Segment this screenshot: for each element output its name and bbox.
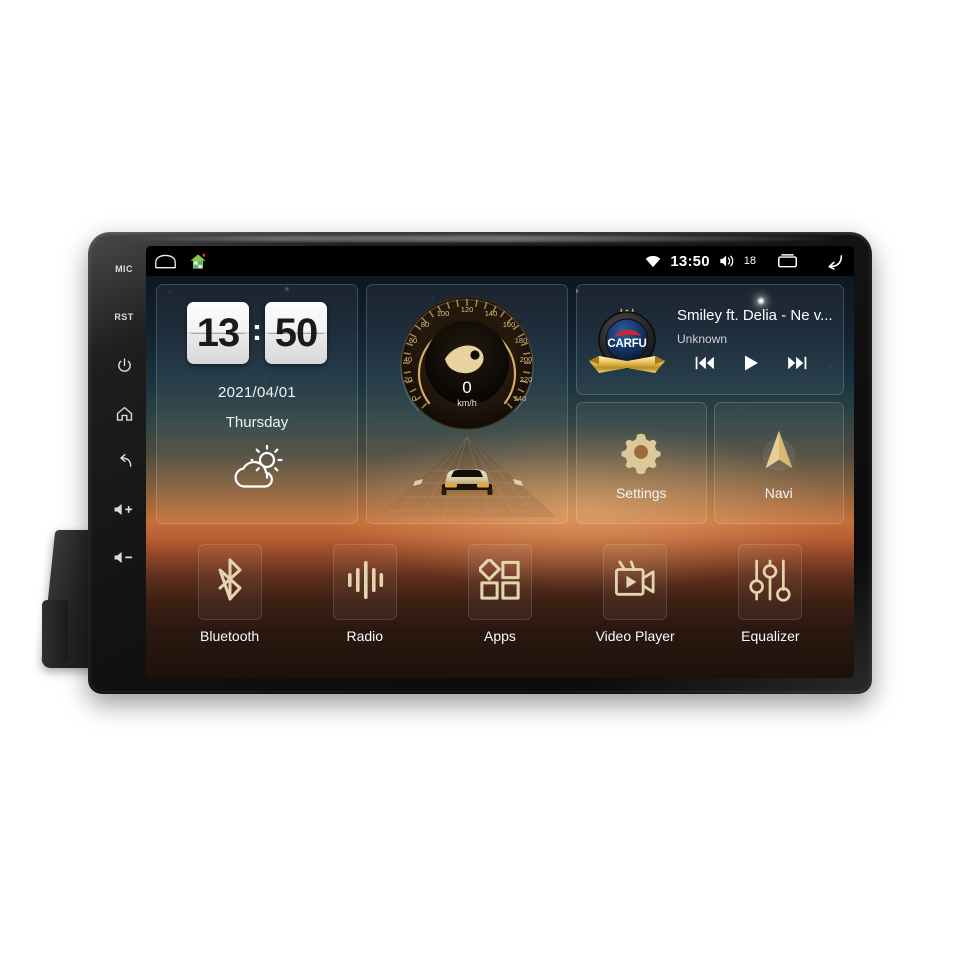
tick-240: 240 — [514, 394, 527, 403]
dock-label-bluetooth: Bluetooth — [200, 628, 260, 644]
gear-icon — [619, 425, 663, 479]
home-key[interactable] — [109, 402, 139, 424]
tile-label-navi: Navi — [764, 485, 793, 501]
equalizer-sliders-icon — [749, 558, 791, 607]
tile-settings[interactable]: Settings — [576, 402, 707, 524]
dock-label-apps: Apps — [484, 628, 516, 644]
recents-icon[interactable] — [777, 253, 798, 269]
tick-140: 140 — [485, 309, 498, 318]
wifi-icon — [645, 255, 661, 268]
tick-0: 0 — [412, 394, 416, 403]
dock-item-apps[interactable]: Apps — [460, 544, 540, 644]
car-head-unit-device: MIC RST 13:50 18 13: 50 2021/04/01 Thur… — [88, 232, 872, 694]
volume-down-key[interactable] — [109, 546, 139, 568]
hardware-key-column: MIC RST — [102, 248, 146, 678]
music-widget[interactable]: CARFU Smiley ft. Delia - Ne v... Unknown — [576, 284, 844, 395]
tick-40: 40 — [404, 355, 412, 364]
clock-minutes: 50 — [265, 302, 327, 364]
bluetooth-icon — [213, 558, 247, 607]
tick-160: 160 — [503, 320, 516, 329]
mounting-bracket-tab — [42, 600, 68, 662]
previous-track-button[interactable] — [694, 355, 716, 371]
status-time: 13:50 — [670, 252, 710, 270]
tick-220: 220 — [520, 375, 533, 384]
back-arrow-icon — [115, 453, 134, 470]
app-dock: Bluetooth Radio Apps Video Player Equali… — [146, 538, 854, 678]
volume-down-icon — [113, 550, 135, 565]
house-app-icon[interactable] — [189, 253, 207, 270]
flip-clock: 13 : 50 — [187, 302, 327, 364]
volume-up-icon — [113, 502, 135, 517]
back-key[interactable] — [109, 450, 139, 472]
tick-200: 200 — [520, 355, 533, 364]
widget-row: 13 : 50 2021/04/01 Thursday 0 20 40 60 8… — [156, 284, 844, 524]
partly-cloudy-icon[interactable] — [226, 444, 288, 496]
tick-100: 100 — [437, 309, 450, 318]
volume-icon[interactable] — [719, 254, 735, 268]
power-icon — [116, 357, 133, 374]
dock-item-video-player[interactable]: Video Player — [595, 544, 675, 644]
next-track-button[interactable] — [786, 355, 808, 371]
dock-label-equalizer: Equalizer — [741, 628, 800, 644]
tile-navi[interactable]: Navi — [713, 402, 844, 524]
clock-date: 2021/04/01 — [217, 384, 297, 401]
speedometer-widget[interactable]: 0 20 40 60 80 100 120 140 160 180 200 22… — [366, 284, 568, 524]
reset-key[interactable]: RST — [109, 306, 139, 328]
dock-label-radio: Radio — [346, 628, 384, 644]
touchscreen[interactable]: 13:50 18 13: 50 2021/04/01 Thursday 0 2… — [146, 246, 854, 678]
album-art-wordmark: CARFU — [607, 338, 646, 350]
speed-unit: km/h — [457, 398, 477, 408]
mic-key[interactable]: MIC — [109, 258, 139, 280]
track-title: Smiley ft. Delia - Ne v... — [677, 307, 833, 324]
screenshot-root: MIC RST 13:50 18 13: 50 2021/04/01 Thur… — [0, 0, 960, 960]
tile-row: Settings Navi — [576, 402, 844, 524]
video-camera-icon — [613, 559, 657, 606]
track-info: Smiley ft. Delia - Ne v... Unknown — [669, 307, 833, 372]
clock-weekday: Thursday — [225, 414, 289, 431]
bezel-highlight — [114, 235, 834, 242]
tick-60: 60 — [409, 336, 417, 345]
android-status-bar: 13:50 18 — [146, 246, 854, 276]
dock-item-bluetooth[interactable]: Bluetooth — [190, 544, 270, 644]
clock-separator: : — [252, 314, 262, 347]
radio-waveform-icon — [345, 559, 385, 606]
play-button[interactable] — [742, 354, 760, 372]
power-key[interactable] — [109, 354, 139, 376]
tick-120: 120 — [461, 305, 474, 314]
speed-value: 0 — [462, 378, 471, 397]
carfu-badge-icon: CARFU — [585, 298, 669, 382]
speedometer-graphic: 0 20 40 60 80 100 120 140 160 180 200 22… — [377, 296, 557, 518]
clock-widget[interactable]: 13 : 50 2021/04/01 Thursday — [156, 284, 358, 524]
right-widget-column: CARFU Smiley ft. Delia - Ne v... Unknown — [576, 284, 844, 524]
car-graphic — [441, 469, 493, 495]
dock-label-video-player: Video Player — [595, 628, 675, 644]
dock-item-equalizer[interactable]: Equalizer — [730, 544, 810, 644]
transport-controls — [677, 354, 833, 372]
home-icon — [115, 405, 134, 422]
home-outline-icon[interactable] — [154, 254, 177, 269]
tick-20: 20 — [404, 375, 412, 384]
tile-label-settings: Settings — [615, 485, 667, 501]
apps-grid-icon — [477, 557, 521, 606]
dock-item-radio[interactable]: Radio — [325, 544, 405, 644]
track-artist: Unknown — [677, 332, 728, 346]
volume-up-key[interactable] — [109, 498, 139, 520]
volume-level: 18 — [743, 255, 756, 267]
back-icon[interactable] — [821, 253, 844, 270]
tick-80: 80 — [421, 320, 429, 329]
navigation-arrow-icon — [756, 425, 802, 479]
home-desktop: 13 : 50 2021/04/01 Thursday 0 20 40 60 8… — [146, 276, 854, 678]
clock-hours: 13 — [187, 302, 249, 364]
tick-180: 180 — [515, 336, 528, 345]
